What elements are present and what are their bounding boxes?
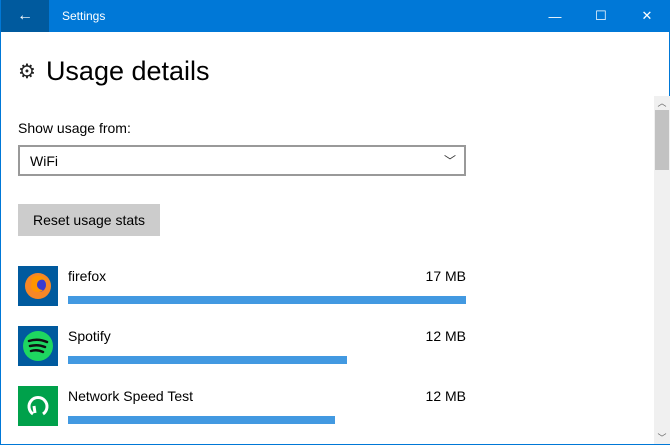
maximize-button[interactable]: ☐: [578, 0, 624, 32]
usage-bar: [68, 296, 466, 304]
spotify-icon: [18, 326, 58, 366]
scroll-down-icon[interactable]: ﹀: [654, 431, 670, 444]
gear-icon: ⚙: [18, 61, 36, 83]
window-title: Settings: [62, 9, 106, 23]
title-bar: ← Settings — ☐ ✕: [1, 0, 670, 32]
page-heading: ⚙ Usage details: [18, 56, 210, 87]
firefox-icon: [18, 266, 58, 306]
app-name: Network Speed Test: [68, 388, 194, 404]
vertical-scrollbar[interactable]: ︿ ﹀: [654, 96, 670, 444]
settings-window: ← Settings — ☐ ✕ ⚙ Usage details Show us…: [0, 0, 670, 445]
usage-bar: [68, 416, 335, 424]
usage-from-label: Show usage from:: [18, 120, 131, 136]
reset-usage-stats-button[interactable]: Reset usage stats: [18, 204, 160, 236]
page-title: Usage details: [45, 56, 210, 86]
usage-from-dropdown[interactable]: WiFi ﹀: [18, 145, 466, 176]
close-button[interactable]: ✕: [624, 0, 670, 32]
app-name: firefox: [68, 268, 107, 284]
app-usage-size: 12 MB: [425, 328, 466, 344]
dropdown-value: WiFi: [30, 152, 58, 169]
app-usage-size: 12 MB: [425, 388, 466, 404]
minimize-button[interactable]: —: [532, 0, 578, 32]
usage-bar: [68, 356, 347, 364]
back-button[interactable]: ←: [1, 0, 49, 32]
app-name: Spotify: [68, 328, 111, 344]
app-usage-row: Spotify 12 MB: [18, 326, 466, 366]
back-arrow-icon: ←: [17, 7, 33, 24]
chevron-down-icon: ﹀: [443, 154, 456, 168]
network-speed-test-icon: [18, 386, 58, 426]
app-usage-size: 17 MB: [425, 268, 466, 284]
app-usage-row: Network Speed Test 12 MB: [18, 386, 466, 426]
scrollbar-thumb[interactable]: [655, 110, 669, 170]
scroll-up-icon[interactable]: ︿: [654, 96, 670, 109]
app-usage-row: firefox 17 MB: [18, 266, 466, 306]
